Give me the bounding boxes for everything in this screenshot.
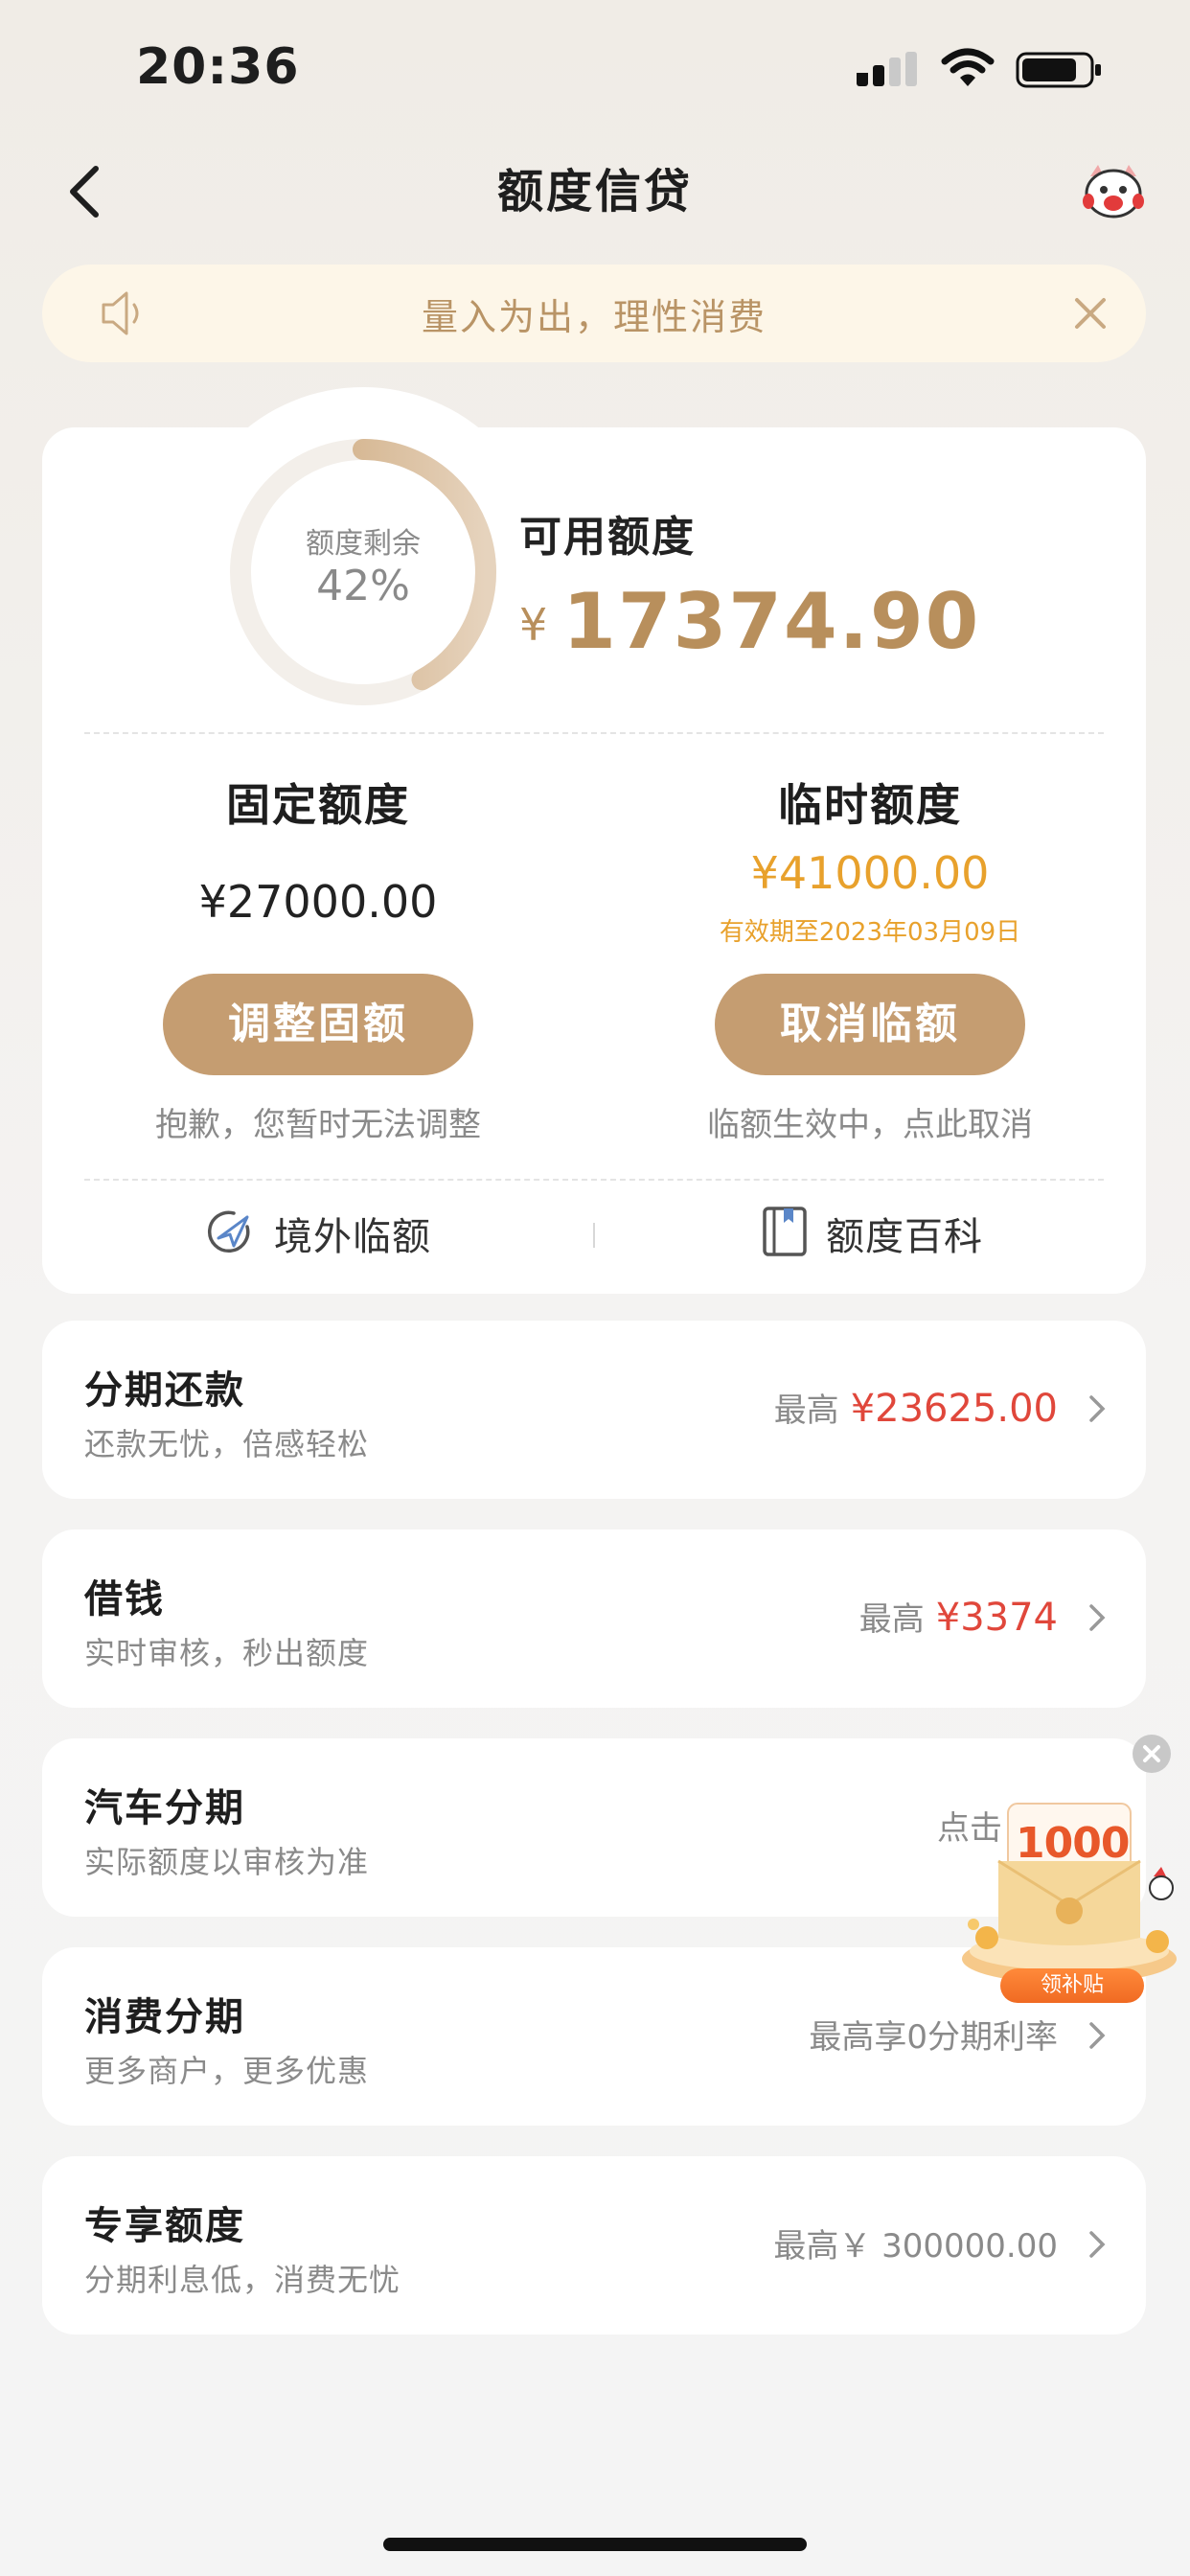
page-title: 额度信贷: [496, 165, 693, 218]
promo-claim-tag[interactable]: 领补贴: [1000, 1968, 1144, 2003]
service-card-exclusive-credit[interactable]: 专享额度 分期利息低，消费无忧 最高￥ 300000.00: [42, 2156, 1146, 2334]
limit-amount: ¥23625.00: [850, 1387, 1058, 1431]
chevron-right-icon: [1089, 2231, 1106, 2258]
service-title: 分期还款: [84, 1368, 245, 1413]
temporary-credit-title: 临时额度: [778, 779, 962, 831]
wifi-icon: [941, 48, 995, 86]
service-title: 汽车分期: [84, 1786, 245, 1830]
divider: [84, 1179, 1104, 1181]
overseas-temporary-credit-link[interactable]: 境外临额: [274, 1206, 431, 1261]
currency-symbol: ¥: [519, 599, 548, 651]
limit-prefix: 最高￥ 300000.00: [773, 2227, 1058, 2266]
service-limit: 最高享0分期利率: [809, 2011, 1058, 2058]
available-credit-amount: ¥17374.90: [519, 577, 980, 666]
ring-percent: 42%: [316, 562, 410, 610]
chevron-right-icon: [1089, 2022, 1106, 2049]
adjust-fixed-credit-button[interactable]: 调整固额: [163, 974, 473, 1075]
promo-close-button[interactable]: [1133, 1735, 1171, 1773]
temporary-credit-validity: 有效期至2023年03月09日: [719, 918, 1021, 947]
cancel-hint[interactable]: 临额生效中，点此取消: [594, 1098, 1146, 1145]
fixed-credit-title: 固定额度: [226, 779, 410, 831]
credit-wiki-link[interactable]: 额度百科: [826, 1206, 983, 1261]
divider: [84, 732, 1104, 734]
ring-label: 额度剩余: [306, 527, 421, 561]
service-subtitle: 还款无忧，倍感轻松: [84, 1426, 370, 1462]
limit-prefix: 最高: [858, 1600, 925, 1639]
available-credit-value: 17374.90: [562, 577, 981, 666]
available-credit-label: 可用额度: [519, 513, 696, 562]
service-title: 专享额度: [84, 2204, 245, 2248]
service-subtitle: 实际额度以审核为准: [84, 1844, 370, 1880]
cancel-temporary-credit-button[interactable]: 取消临额: [715, 974, 1025, 1075]
service-card-borrow[interactable]: 借钱 实时审核，秒出额度 最高 ¥3374: [42, 1530, 1146, 1708]
home-indicator: [383, 2538, 807, 2551]
adjust-hint: 抱歉，您暂时无法调整: [155, 1106, 481, 1144]
notice-banner: 量入为出，理性消费: [42, 264, 1146, 362]
chevron-right-icon: [1089, 1395, 1106, 1422]
temporary-credit-amount: ¥41000.00: [750, 847, 990, 899]
service-title: 借钱: [84, 1577, 165, 1622]
limit-amount: ¥3374: [935, 1596, 1058, 1640]
service-subtitle: 更多商户，更多优惠: [84, 2053, 370, 2089]
battery-icon: [1016, 52, 1101, 88]
credit-summary-card: 额度剩余 42% 可用额度 ¥17374.90 固定额度 临时额度 ¥27000…: [42, 387, 1146, 1294]
cellular-signal-icon: [857, 52, 917, 86]
book-icon[interactable]: [761, 1206, 809, 1257]
service-limit: 最高￥ 300000.00: [773, 2220, 1058, 2266]
service-subtitle: 实时审核，秒出额度: [84, 1635, 370, 1671]
close-icon: [1143, 1745, 1160, 1762]
status-time: 20:36: [136, 38, 300, 96]
service-title: 消费分期: [84, 1995, 245, 2039]
divider: [593, 1223, 595, 1248]
notice-text: 量入为出，理性消费: [421, 296, 767, 338]
fixed-credit-amount: ¥27000.00: [198, 876, 438, 928]
service-limit: 最高 ¥23625.00: [774, 1384, 1058, 1431]
service-card-installment-repayment[interactable]: 分期还款 还款无忧，倍感轻松 最高 ¥23625.00: [42, 1321, 1146, 1499]
chevron-right-icon: [1089, 1604, 1106, 1631]
service-limit: 最高 ¥3374: [859, 1593, 1058, 1640]
close-icon[interactable]: [1071, 294, 1110, 333]
service-subtitle: 分期利息低，消费无忧: [84, 2262, 401, 2298]
promo-amount: 1000: [1016, 1819, 1130, 1868]
limit-prefix: 最高: [773, 1392, 839, 1430]
mascot-icon[interactable]: [1081, 163, 1146, 220]
limit-prefix: 最高享0分期利率: [809, 2018, 1058, 2057]
overseas-plane-icon[interactable]: [205, 1208, 255, 1257]
